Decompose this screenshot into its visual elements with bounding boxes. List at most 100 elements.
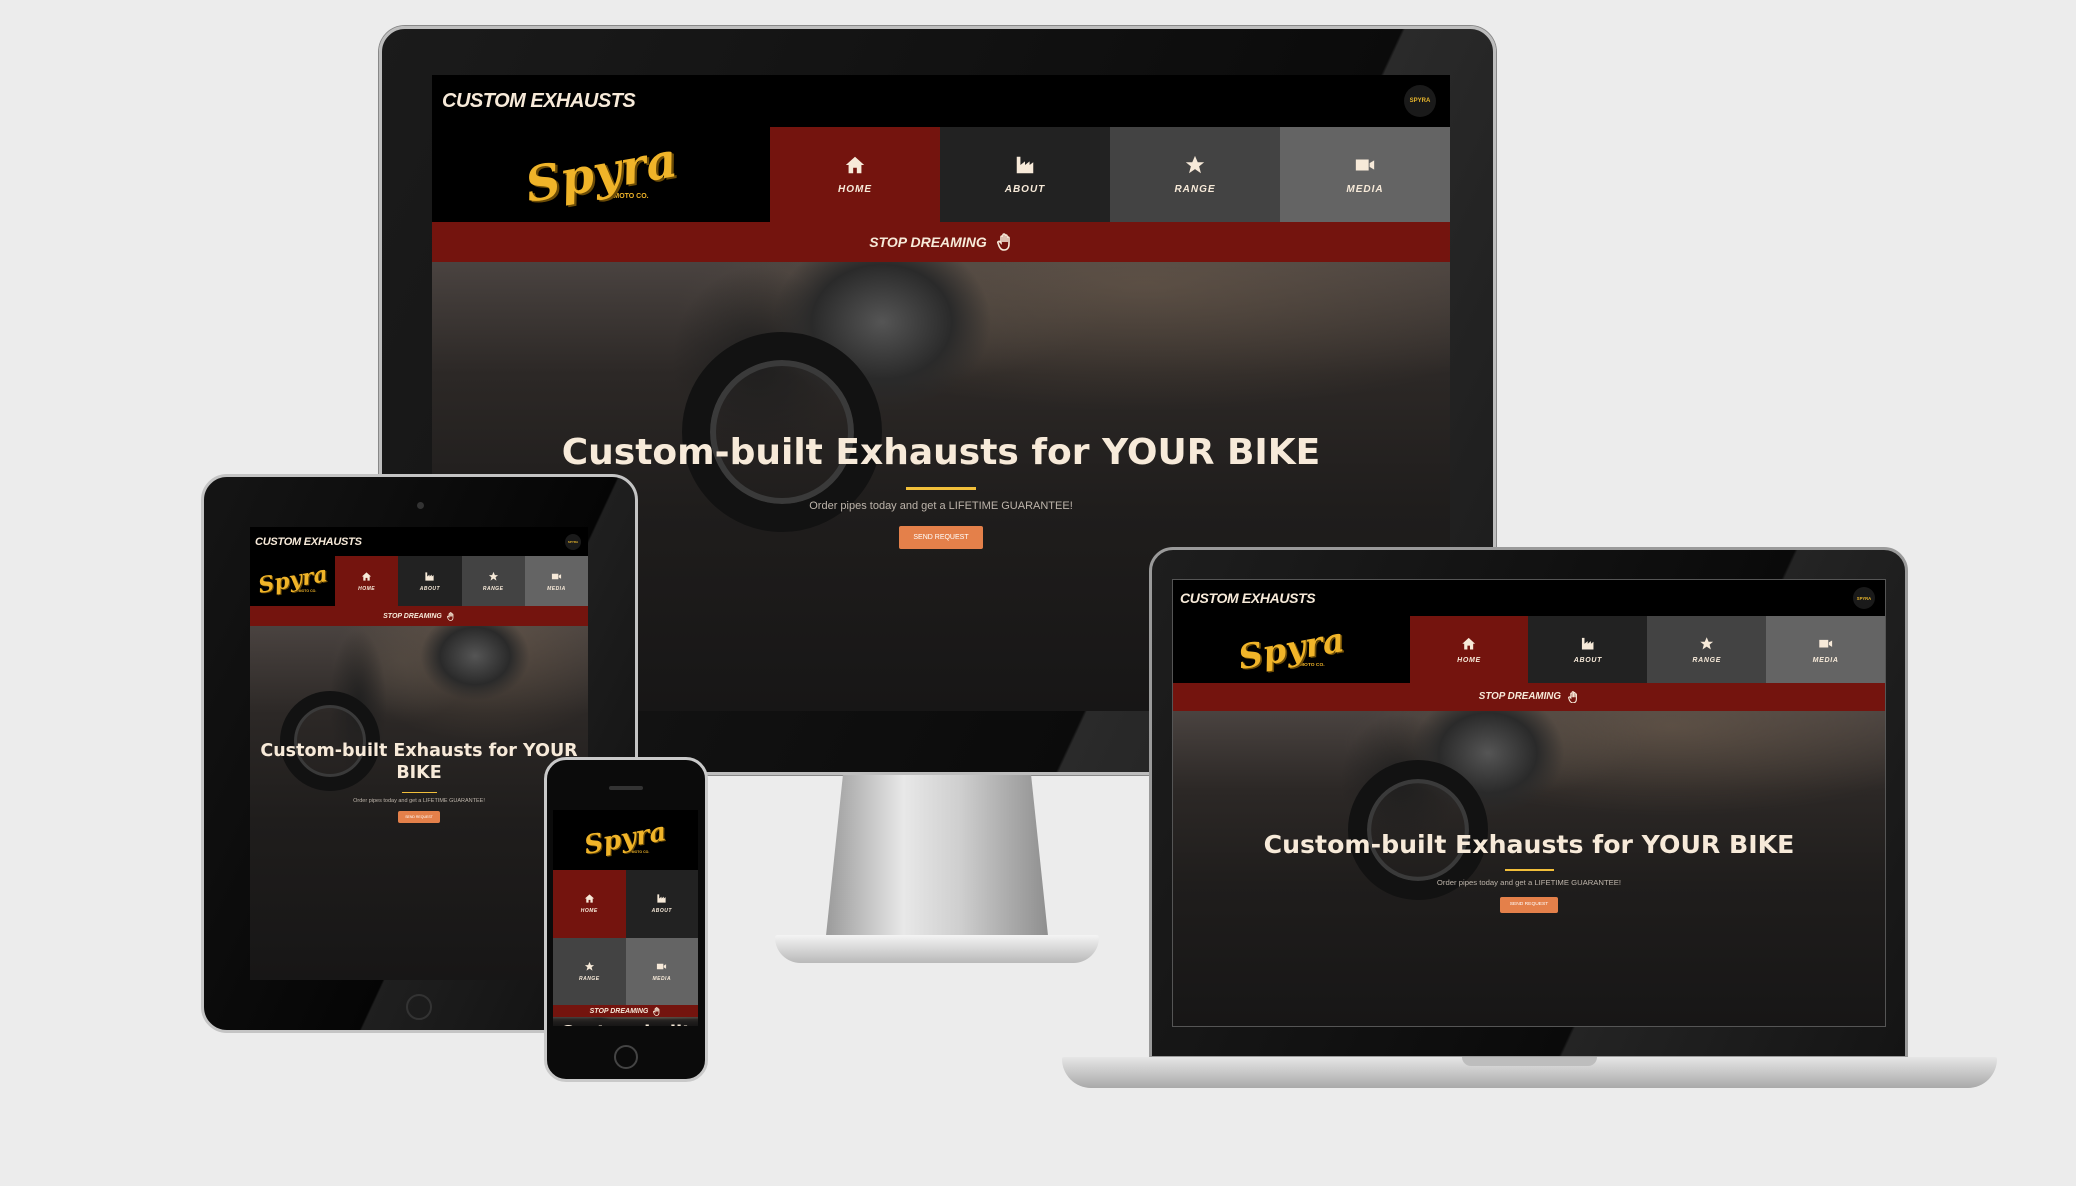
top-bar: CUSTOM EXHAUSTS SPYRA bbox=[432, 75, 1450, 127]
website: CUSTOM EXHAUSTS SPYRA Spyra MOTO CO. HOM… bbox=[553, 810, 698, 1026]
factory-icon bbox=[1582, 637, 1594, 650]
hero-content: Custom-built Exhausts for YOUR BIKE Orde… bbox=[250, 741, 588, 824]
nav-label: ABOUT bbox=[1573, 656, 1603, 664]
home-icon bbox=[845, 156, 865, 174]
main-nav: HOME ABOUT RANGE MEDIA bbox=[1409, 616, 1885, 683]
nav-label: HOME bbox=[358, 585, 376, 592]
nav-about[interactable]: ABOUT bbox=[398, 556, 462, 606]
home-icon bbox=[362, 571, 372, 581]
send-request-button[interactable]: SEND REQUEST bbox=[899, 526, 983, 549]
hero-subtext: Order pipes today and get a LIFETIME GUA… bbox=[353, 798, 485, 805]
star-icon bbox=[584, 961, 594, 971]
factory-icon bbox=[425, 571, 434, 581]
video-camera-icon bbox=[1355, 159, 1375, 171]
hero-headline: Custom-built Exhausts for YOUR BIKE bbox=[1263, 829, 1795, 859]
send-request-button[interactable]: SEND REQUEST bbox=[1499, 896, 1559, 913]
website: CUSTOM EXHAUSTS SPYRA Spyra MOTO CO. HOM… bbox=[250, 527, 588, 980]
logo-text: Spyra bbox=[521, 132, 681, 214]
nav-about[interactable]: ABOUT bbox=[625, 870, 698, 938]
headline-underline bbox=[401, 791, 437, 794]
hero-headline: Custom-built Exhausts for YOUR BIKE bbox=[260, 741, 578, 783]
nav-label: RANGE bbox=[578, 975, 600, 982]
nav-label: RANGE bbox=[1174, 184, 1216, 195]
logo[interactable]: Spyra MOTO CO. bbox=[250, 556, 335, 606]
nav-label: MEDIA bbox=[1346, 184, 1384, 195]
headline-underline bbox=[1504, 868, 1554, 871]
nav-home[interactable]: HOME bbox=[770, 127, 940, 222]
badge-logo[interactable]: SPYRA bbox=[1404, 85, 1436, 117]
nav-media[interactable]: MEDIA bbox=[625, 937, 698, 1005]
header: Spyra MOTO CO. HOME ABOUT RANGE MEDIA bbox=[432, 127, 1450, 222]
nav-range[interactable]: RANGE bbox=[1110, 127, 1280, 222]
nav-about[interactable]: ABOUT bbox=[940, 127, 1110, 222]
hero-headline: Custom-built Exhausts for YOUR BIKE bbox=[561, 432, 1321, 473]
nav-label: MEDIA bbox=[1812, 656, 1839, 664]
site-title: CUSTOM EXHAUSTS bbox=[442, 89, 636, 112]
laptop-screen: CUSTOM EXHAUSTS SPYRA Spyra MOTO CO. HOM… bbox=[1172, 579, 1886, 1027]
nav-range[interactable]: RANGE bbox=[1647, 616, 1767, 683]
logo[interactable]: Spyra MOTO CO. bbox=[1173, 616, 1410, 683]
main-nav: HOME ABOUT RANGE MEDIA bbox=[553, 870, 698, 1005]
nav-home[interactable]: HOME bbox=[1409, 616, 1529, 683]
nav-media[interactable]: MEDIA bbox=[1280, 127, 1450, 222]
hand-icon bbox=[996, 233, 1010, 251]
phone-screen: CUSTOM EXHAUSTS SPYRA Spyra MOTO CO. HOM… bbox=[553, 810, 698, 1026]
hero-section: Custom-built Exhausts for YOUR BIKE Orde… bbox=[250, 626, 588, 980]
nav-range[interactable]: RANGE bbox=[461, 556, 525, 606]
stop-dreaming-label: STOP DREAMING bbox=[1478, 691, 1561, 703]
factory-icon bbox=[657, 894, 666, 903]
nav-home[interactable]: HOME bbox=[553, 870, 626, 938]
header: Spyra MOTO CO. HOME ABOUT RANGE MEDIA bbox=[250, 556, 588, 606]
video-camera-icon bbox=[551, 573, 561, 579]
nav-home[interactable]: HOME bbox=[335, 556, 399, 606]
phone-home-button bbox=[614, 1045, 638, 1069]
nav-label: RANGE bbox=[482, 585, 504, 592]
motorcycle-image bbox=[420, 626, 530, 701]
nav-label: HOME bbox=[580, 908, 598, 915]
home-icon bbox=[584, 894, 594, 903]
nav-label: RANGE bbox=[1692, 656, 1722, 664]
stop-dreaming-label: STOP DREAMING bbox=[383, 612, 442, 620]
nav-label: HOME bbox=[838, 184, 872, 195]
logo-text: Spyra bbox=[582, 817, 669, 861]
badge-logo[interactable]: SPYRA bbox=[1852, 587, 1876, 610]
nav-label: ABOUT bbox=[651, 908, 672, 915]
nav-media[interactable]: MEDIA bbox=[1766, 616, 1885, 683]
star-icon bbox=[488, 571, 498, 581]
hand-icon bbox=[1568, 690, 1577, 704]
stop-dreaming-bar[interactable]: STOP DREAMING bbox=[432, 222, 1450, 262]
logo-text: Spyra bbox=[255, 561, 330, 599]
header: Spyra MOTO CO. HOME ABOUT RANGE MEDIA bbox=[553, 810, 698, 1005]
hand-icon bbox=[653, 1006, 660, 1016]
logo-text: Spyra bbox=[1235, 618, 1348, 677]
hero-section: Custom-built Exhausts for YOUR BIKE Orde… bbox=[553, 1017, 698, 1026]
top-bar: CUSTOM EXHAUSTS SPYRA bbox=[250, 527, 588, 556]
logo[interactable]: Spyra MOTO CO. bbox=[553, 810, 698, 870]
stop-dreaming-bar[interactable]: STOP DREAMING bbox=[553, 1005, 698, 1017]
factory-icon bbox=[1016, 156, 1034, 174]
stop-dreaming-label: STOP DREAMING bbox=[589, 1007, 649, 1015]
nav-about[interactable]: ABOUT bbox=[1528, 616, 1648, 683]
send-request-button[interactable]: SEND REQUEST bbox=[398, 811, 440, 824]
main-nav: HOME ABOUT RANGE MEDIA bbox=[335, 556, 588, 606]
nav-range[interactable]: RANGE bbox=[553, 937, 626, 1005]
logo[interactable]: Spyra MOTO CO. bbox=[432, 127, 770, 222]
nav-label: ABOUT bbox=[1004, 184, 1046, 195]
header: Spyra MOTO CO. HOME ABOUT RANGE MEDIA bbox=[1173, 616, 1885, 683]
hero-content: Custom-built Exhausts for YOUR BIKE Orde… bbox=[553, 1022, 698, 1026]
site-title: CUSTOM EXHAUSTS bbox=[1180, 590, 1316, 607]
hero-content: Custom-built Exhausts for YOUR BIKE Orde… bbox=[1173, 830, 1885, 913]
video-camera-icon bbox=[657, 963, 667, 969]
stop-dreaming-bar[interactable]: STOP DREAMING bbox=[1173, 682, 1885, 711]
nav-label: MEDIA bbox=[547, 585, 566, 592]
nav-label: HOME bbox=[1457, 656, 1481, 664]
badge-logo[interactable]: SPYRA bbox=[565, 533, 581, 550]
nav-label: ABOUT bbox=[419, 585, 441, 592]
nav-media[interactable]: MEDIA bbox=[524, 556, 588, 606]
stop-dreaming-label: STOP DREAMING bbox=[869, 234, 987, 250]
video-camera-icon bbox=[1819, 639, 1833, 648]
hero-headline: Custom-built Exhausts for YOUR BIKE bbox=[553, 1022, 698, 1026]
monitor-stand bbox=[775, 775, 1099, 967]
stop-dreaming-bar[interactable]: STOP DREAMING bbox=[250, 606, 588, 626]
website: CUSTOM EXHAUSTS SPYRA Spyra MOTO CO. HOM… bbox=[1173, 580, 1885, 1026]
